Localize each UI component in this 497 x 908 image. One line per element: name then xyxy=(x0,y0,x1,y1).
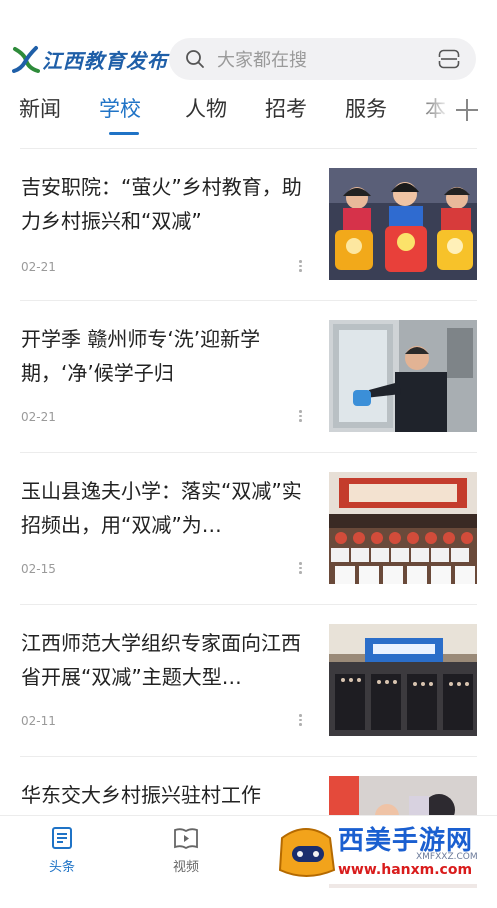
news-thumbnail[interactable] xyxy=(329,168,477,280)
divider xyxy=(20,300,477,301)
watermark-sub: XMFXXZ.COM xyxy=(416,852,478,862)
news-thumbnail[interactable] xyxy=(329,472,477,584)
news-title[interactable]: 开学季 赣州师专‘洗’迎新学期，‘净’候学子归 xyxy=(21,322,306,390)
news-title[interactable]: 华东交大乡村振兴驻村工作 xyxy=(21,778,306,812)
logo-text: 江西教育发布 xyxy=(42,48,168,73)
active-tab-indicator xyxy=(109,132,139,135)
news-item[interactable]: 江西师范大学组织专家面向江西省开展“双减”主题大型… 02-11 xyxy=(0,604,497,756)
tab-people[interactable]: 人物 xyxy=(185,92,227,126)
news-title[interactable]: 玉山县逸夫小学：落实“双减”实招频出，用“双减”为… xyxy=(21,474,306,542)
app-logo: 江西教育发布 xyxy=(12,42,168,76)
divider xyxy=(20,148,477,149)
news-item[interactable]: 玉山县逸夫小学：落实“双减”实招频出，用“双减”为… 02-15 xyxy=(0,452,497,604)
news-item[interactable]: 吉安职院：“萤火”乡村教育，助力乡村振兴和“双减” 02-21 xyxy=(0,148,497,300)
news-date: 02-15 xyxy=(21,562,56,576)
search-placeholder: 大家都在搜 xyxy=(217,50,307,71)
news-title[interactable]: 吉安职院：“萤火”乡村教育，助力乡村振兴和“双减” xyxy=(21,170,306,238)
news-date: 02-21 xyxy=(21,260,56,274)
more-options-icon[interactable] xyxy=(299,260,303,272)
nav-headlines-label: 头条 xyxy=(48,860,75,875)
headlines-icon xyxy=(52,827,72,849)
tab-news[interactable]: 新闻 xyxy=(19,92,61,126)
more-options-icon[interactable] xyxy=(299,562,303,574)
add-channel-icon[interactable] xyxy=(452,95,482,125)
logo-mark-icon xyxy=(12,46,40,73)
more-options-icon[interactable] xyxy=(299,714,303,726)
news-thumbnail[interactable] xyxy=(329,624,477,736)
scan-icon[interactable] xyxy=(438,49,460,69)
news-date: 02-11 xyxy=(21,714,56,728)
nav-video[interactable]: 视频 xyxy=(156,826,216,875)
nav-video-label: 视频 xyxy=(172,860,199,875)
tab-admission[interactable]: 招考 xyxy=(265,92,307,126)
news-title[interactable]: 江西师范大学组织专家面向江西省开展“双减”主题大型… xyxy=(21,626,306,694)
tab-service[interactable]: 服务 xyxy=(345,92,387,126)
app-header: 江西教育发布 大家都在搜 xyxy=(0,0,497,90)
divider xyxy=(20,604,477,605)
divider xyxy=(20,756,477,757)
nav-headlines[interactable]: 头条 xyxy=(32,826,92,875)
tab-fade xyxy=(410,92,450,132)
search-icon xyxy=(186,50,204,68)
search-bar[interactable]: 大家都在搜 xyxy=(169,38,476,80)
news-item[interactable]: 开学季 赣州师专‘洗’迎新学期，‘净’候学子归 02-21 xyxy=(0,300,497,452)
site-watermark: 西美手游网 XMFXXZ.COM www.hanxm.com xyxy=(276,818,497,883)
divider xyxy=(20,452,477,453)
news-thumbnail[interactable] xyxy=(329,320,477,432)
watermark-url: www.hanxm.com xyxy=(338,862,473,878)
video-icon xyxy=(174,828,198,850)
more-options-icon[interactable] xyxy=(299,410,303,422)
news-date: 02-21 xyxy=(21,410,56,424)
tab-school[interactable]: 学校 xyxy=(99,92,141,126)
